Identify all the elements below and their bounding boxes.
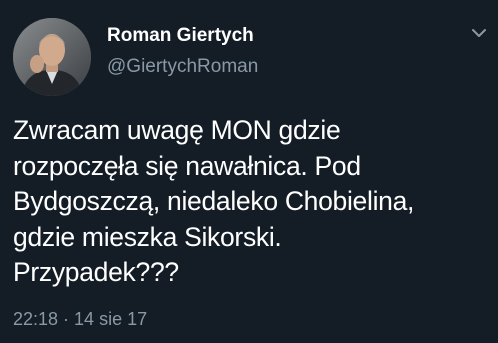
- tweet-text-line: rozpoczęła się nawałnica. Pod: [13, 150, 361, 181]
- tweet-date: 14 sie 17: [74, 309, 148, 329]
- chevron-down-icon[interactable]: [470, 26, 488, 40]
- avatar[interactable]: [13, 18, 91, 96]
- tweet-text: Zwracam uwagę MON gdzie rozpoczęła się n…: [13, 113, 493, 291]
- tweet-text-line: gdzie mieszka Sikorski.: [13, 221, 282, 252]
- tweet-text-line: Bydgoszczą, niedaleko Chobielina,: [13, 186, 415, 216]
- author-handle[interactable]: @GiertychRoman: [107, 55, 258, 79]
- tweet-timestamp[interactable]: 22:18 · 14 sie 17: [13, 308, 147, 330]
- tweet-time: 22:18: [13, 309, 59, 329]
- tweet-text-line: Zwracam uwagę MON gdzie: [13, 115, 341, 145]
- avatar-image: [13, 18, 91, 96]
- meta-separator: ·: [63, 309, 70, 329]
- chevron-down-icon-glyph: [472, 29, 486, 37]
- tweet-text-line: Przypadek???: [13, 257, 179, 287]
- tweet-card: Roman Giertych @GiertychRoman Zwracam uw…: [0, 0, 498, 343]
- author-name[interactable]: Roman Giertych: [107, 24, 254, 48]
